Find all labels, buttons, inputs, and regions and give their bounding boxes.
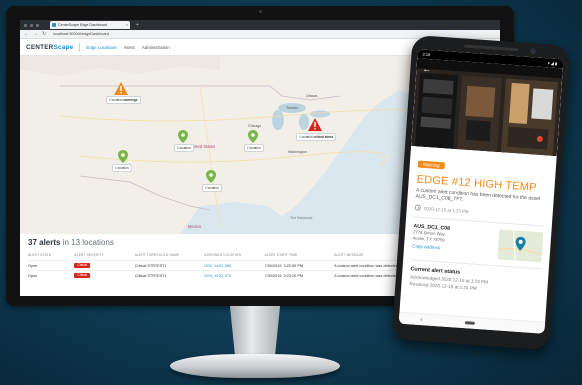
alerts-count: 37 alerts <box>28 238 61 247</box>
window-maximize-dot[interactable] <box>36 23 39 27</box>
browser-tab-title: CenterScape Edge Dashboard <box>58 23 107 27</box>
back-arrow-icon[interactable]: ← <box>24 30 29 39</box>
status-time: 3:18 <box>422 51 431 58</box>
alert-start-time: 7/30/2019, 3:22:55 PM <box>264 260 335 271</box>
map-callout-location[interactable]: 1 location <box>244 144 264 152</box>
column-header[interactable]: ASSIGNED LOCATION <box>204 253 264 261</box>
alert-severity: Critical <box>74 260 135 271</box>
logo-text-primary: CENTER <box>26 43 54 51</box>
severity-badge: Critical <box>74 273 91 278</box>
location-mini-map[interactable] <box>497 229 544 263</box>
map-callout-critical[interactable]: 1 location critical alerts <box>296 133 337 141</box>
header-divider <box>79 42 81 52</box>
url-field[interactable]: localhost:3000/#/edgeDashboard <box>53 32 109 36</box>
logo-text-accent: Scape <box>53 43 74 51</box>
nav-administration[interactable]: Administration <box>142 45 170 50</box>
callout-strong: critical alerts <box>313 135 334 139</box>
alert-severity: Critical <box>74 270 135 280</box>
alert-state: Open <box>28 270 75 280</box>
warning-triangle-icon[interactable] <box>114 82 128 95</box>
map-callout-location[interactable]: 1 location <box>174 144 194 152</box>
server-rack-photo: ← <box>411 58 563 157</box>
warning-badge: Warning <box>417 160 445 170</box>
location-pin-icon[interactable] <box>248 130 258 143</box>
alert-location-link[interactable]: DSX_1420_369 <box>204 260 265 271</box>
severity-badge: Critical <box>74 263 91 268</box>
column-header[interactable]: ALERT SEVERITY <box>74 253 134 261</box>
location-row: AUS_DC1_C08 2778 Simon Way Austin, TX 78… <box>412 224 544 263</box>
copy-address-link[interactable]: Copy address <box>412 244 449 252</box>
map-label-chicago: Chicago <box>248 124 262 128</box>
new-tab-icon[interactable]: + <box>136 22 139 28</box>
server-rack-image <box>411 58 563 157</box>
monitor-camera <box>259 10 262 13</box>
nav-alerts[interactable]: Alerts <box>124 45 135 50</box>
alert-detail: Warning EDGE #12 HIGH TEMP A custom aler… <box>401 146 556 296</box>
map-label-mexico: Mexico <box>188 224 202 229</box>
window-minimize-dot[interactable] <box>30 23 33 27</box>
monitor-stand-base <box>170 354 340 378</box>
callout-prefix: 1 location <box>299 135 313 139</box>
map-label-bahamas: The Bahamas <box>290 216 313 220</box>
browser-tab[interactable]: CenterScape Edge Dashboard × <box>50 21 130 29</box>
location-info: AUS_DC1_C08 2778 Simon Way Austin, TX 78… <box>412 224 450 256</box>
alert-threshold: Critical STRTEST1 <box>134 270 205 280</box>
map-label-washington: Washington <box>288 150 307 154</box>
map-label-united-states: United States <box>190 144 216 149</box>
reload-icon[interactable]: ↻ <box>42 30 46 39</box>
map-callout-location[interactable]: 1 location <box>112 164 132 172</box>
alert-state: Open <box>28 260 75 271</box>
mini-map-graphic <box>497 229 544 263</box>
back-arrow-icon[interactable]: ← <box>422 64 432 75</box>
alert-start-time: 7/30/2019, 3:23:20 PM <box>264 270 335 280</box>
phone-camera <box>529 48 537 55</box>
location-pin-icon[interactable] <box>178 130 188 143</box>
phone-screen: 3:18 ▾◢▮ ← Warning EDGE #12 HIGH TEMP A … <box>398 49 564 334</box>
alert-threshold: Critical STRTEST1 <box>134 260 205 271</box>
android-back-icon[interactable]: ‹ <box>420 317 422 323</box>
close-icon[interactable]: × <box>126 21 128 29</box>
window-close-dot[interactable] <box>24 23 27 27</box>
alert-location-link[interactable]: DSX_1420_374 <box>204 270 265 280</box>
monitor-stand-neck <box>229 306 281 358</box>
map-label-ottawa: Ottawa <box>306 94 318 98</box>
nav-edge-locations[interactable]: Edge Locations <box>86 45 116 50</box>
map-callout-warnings[interactable]: 1 location warnings <box>106 96 141 104</box>
forward-arrow-icon[interactable]: → <box>33 30 38 39</box>
centerscape-logo[interactable]: CENTERScape <box>26 44 73 51</box>
browser-tab-bar: CenterScape Edge Dashboard × + <box>20 20 500 30</box>
alerts-locations: in 13 locations <box>62 238 114 247</box>
mobile-phone: 3:18 ▾◢▮ ← Warning EDGE #12 HIGH TEMP A … <box>391 34 571 351</box>
column-header[interactable]: ALERT THRESHOLD NAME <box>135 253 205 261</box>
map-callout-location[interactable]: 1 location <box>202 184 222 192</box>
android-home-icon[interactable] <box>464 321 475 325</box>
map-label-toronto: Toronto <box>286 106 298 110</box>
critical-alert-icon[interactable] <box>308 118 322 131</box>
signal-battery-icon: ▾◢▮ <box>547 60 559 67</box>
callout-strong: warnings <box>123 98 138 102</box>
location-pin-icon[interactable] <box>118 150 128 163</box>
phone-nav-bar: ‹ <box>398 311 546 334</box>
phone-speaker <box>464 44 519 52</box>
clock-icon <box>414 204 421 212</box>
favicon-icon <box>52 23 56 27</box>
alert-time: 2020-12-15 at 1:23 PM <box>423 205 469 215</box>
callout-prefix: 1 location <box>109 98 123 102</box>
column-header[interactable]: ALERT START TIME <box>265 253 335 261</box>
column-header[interactable]: ALERT STATE <box>28 253 74 261</box>
location-pin-icon[interactable] <box>206 170 216 183</box>
